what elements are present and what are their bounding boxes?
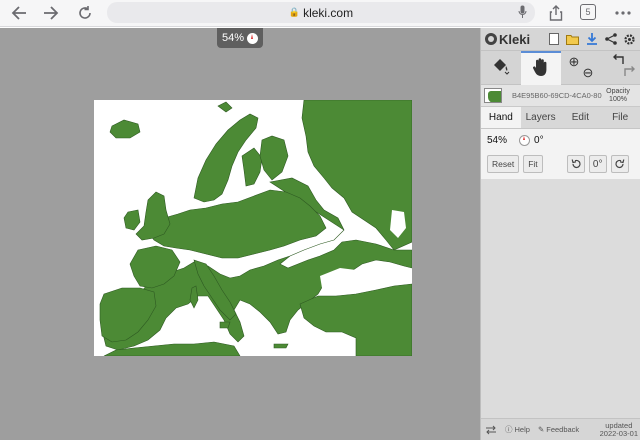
opacity-value: 100%: [609, 95, 627, 103]
compass-icon: [519, 134, 531, 146]
tab-edit[interactable]: Edit: [561, 107, 601, 128]
zoom-in-icon[interactable]: ⊕: [569, 54, 580, 70]
drawing-canvas[interactable]: [94, 100, 412, 356]
updated-date: 2022-03-01: [599, 428, 638, 438]
open-folder-icon[interactable]: [566, 33, 579, 46]
rotate-left-button[interactable]: [566, 155, 585, 173]
app-name: Kleki: [499, 31, 531, 47]
tool-row: ⊕ ⊖: [481, 51, 640, 85]
kleki-logo-icon: [485, 33, 497, 45]
zoom-out-icon[interactable]: ⊖: [583, 65, 594, 81]
swap-side-button[interactable]: [485, 425, 497, 435]
zoom-value: 54%: [221, 32, 245, 44]
help-button[interactable]: ⓘ Help: [505, 424, 530, 435]
share-icon[interactable]: [545, 3, 567, 23]
history-tools: [600, 51, 640, 85]
hand-tab-content: 54% 0° Reset Fit 0°: [481, 129, 640, 179]
feedback-label: Feedback: [546, 425, 580, 434]
reload-icon[interactable]: [74, 3, 96, 23]
layer-thumbnail: [484, 88, 502, 103]
rotate-right-button[interactable]: [610, 155, 629, 173]
layer-name: B4E95B60-69CD-4CA0-80: [512, 91, 602, 100]
help-icon: ⓘ: [505, 425, 513, 434]
panel-tabs: Hand Layers Edit File: [481, 107, 640, 129]
browser-toolbar: 🔒 kleki.com 5: [0, 0, 640, 27]
lock-icon: 🔒: [288, 7, 301, 17]
paint-bucket-icon: [491, 57, 511, 80]
url-text: kleki.com: [303, 5, 354, 20]
help-label: Help: [514, 425, 530, 434]
download-icon[interactable]: [585, 33, 598, 46]
tab-hand[interactable]: Hand: [481, 107, 521, 128]
microphone-icon[interactable]: [518, 5, 527, 22]
zoom-tools: ⊕ ⊖: [561, 51, 601, 85]
feedback-button[interactable]: ✎ Feedback: [538, 425, 579, 434]
more-icon[interactable]: [612, 3, 634, 23]
address-bar[interactable]: 🔒 kleki.com: [107, 2, 535, 23]
back-icon[interactable]: [8, 3, 30, 23]
feedback-icon: ✎: [537, 425, 545, 434]
layer-row[interactable]: B4E95B60-69CD-4CA0-80 Opacity 100%: [481, 85, 640, 107]
europe-map: [99, 100, 412, 356]
swap-icon: [486, 425, 496, 434]
layer-opacity: Opacity 100%: [604, 88, 632, 104]
settings-icon[interactable]: [623, 33, 636, 46]
canvas-workspace[interactable]: 54%: [0, 28, 480, 440]
panel-footer: ⓘ Help ✎ Feedback updated 2022-03-01: [481, 418, 640, 440]
rotate-right-icon: [615, 159, 625, 169]
side-panel: Kleki ⊕ ⊖ B4E95B60-69CD-4CA0-80 Opacity …: [480, 28, 640, 440]
zoom-indicator: 54%: [217, 28, 263, 48]
hand-icon: [532, 57, 550, 82]
app-logo: Kleki: [485, 32, 530, 47]
hand-tool[interactable]: [520, 51, 561, 85]
fit-button[interactable]: Fit: [523, 155, 543, 173]
tab-layers[interactable]: Layers: [521, 107, 561, 128]
rotation-zero-button[interactable]: 0°: [588, 155, 607, 173]
opacity-label: Opacity: [606, 87, 630, 95]
redo-icon[interactable]: [624, 65, 636, 80]
hand-zoom-value: 54%: [487, 134, 508, 146]
rotate-left-icon: [571, 159, 581, 169]
updated-info: updated 2022-03-01: [599, 421, 640, 438]
rotation-value: 0°: [534, 134, 544, 146]
compass-icon: [247, 32, 259, 44]
tabs-count-button[interactable]: 5: [580, 4, 596, 20]
fill-tool[interactable]: [481, 51, 521, 85]
share-icon[interactable]: [604, 33, 617, 46]
forward-icon[interactable]: [40, 3, 62, 23]
undo-icon[interactable]: [612, 53, 624, 68]
panel-topbar: Kleki: [481, 28, 640, 51]
rotation-readout: 0°: [519, 134, 544, 146]
new-file-icon[interactable]: [547, 33, 560, 46]
reset-button[interactable]: Reset: [487, 155, 520, 173]
tab-file[interactable]: File: [600, 107, 640, 128]
